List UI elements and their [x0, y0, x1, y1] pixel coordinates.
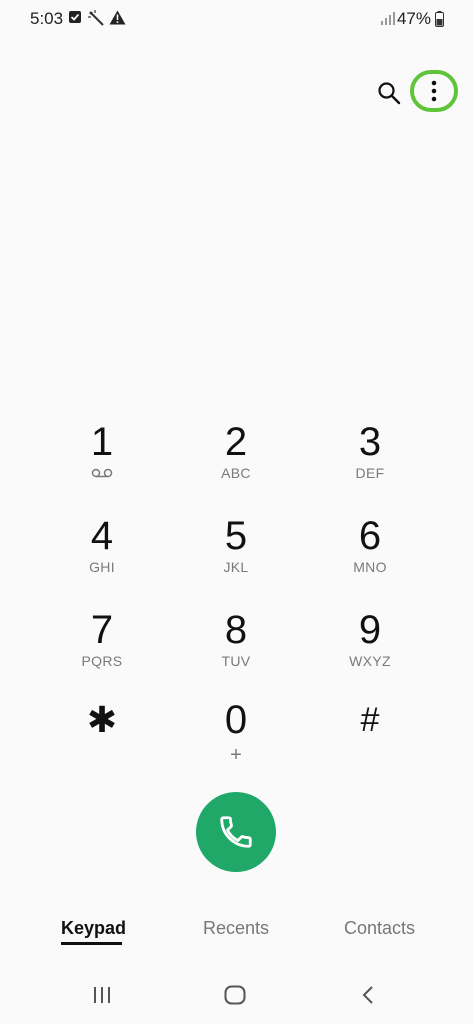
phone-dialer-screen: 5:03 47% 1 2 ABC 3 DEF 4 GHI 5 JKL 6 MNO… [0, 0, 473, 1024]
home-button[interactable] [215, 981, 255, 1009]
key-digit: 4 [90, 514, 114, 558]
voicemail-icon [91, 464, 113, 482]
key-0[interactable]: 0 + [176, 698, 296, 778]
key-digit: 0 [224, 698, 248, 742]
key-letters: WXYZ [349, 653, 391, 669]
tab-recents[interactable]: Recents [203, 918, 269, 939]
warning-icon [109, 10, 126, 30]
key-digit: 9 [358, 608, 382, 652]
recent-apps-icon [94, 987, 110, 1003]
magic-wand-icon [88, 10, 106, 31]
tab-contacts[interactable]: Contacts [344, 918, 415, 939]
more-options-button[interactable] [410, 70, 458, 112]
key-digit: 3 [358, 420, 382, 464]
key-digit: ✱ [86, 699, 118, 740]
key-letters: ABC [221, 465, 251, 481]
key-digit: # [360, 701, 380, 739]
home-icon [224, 985, 246, 1005]
key-letters: TUV [221, 653, 251, 669]
system-nav-bar [0, 975, 473, 1015]
back-icon [362, 986, 373, 1004]
recent-apps-button[interactable] [82, 981, 122, 1009]
call-button[interactable] [196, 792, 276, 872]
back-button[interactable] [348, 981, 388, 1009]
active-tab-indicator [61, 942, 122, 945]
key-letters: MNO [353, 559, 387, 575]
key-letters: GHI [89, 559, 115, 575]
search-button[interactable] [374, 78, 404, 108]
key-7[interactable]: 7 PQRS [42, 608, 162, 688]
key-digit: 8 [224, 608, 248, 652]
status-bar: 5:03 47% [0, 0, 473, 38]
key-6[interactable]: 6 MNO [310, 514, 430, 594]
tab-keypad[interactable]: Keypad [61, 918, 126, 939]
key-3[interactable]: 3 DEF [310, 420, 430, 500]
key-4[interactable]: 4 GHI [42, 514, 162, 594]
key-digit: 7 [90, 608, 114, 652]
search-icon [378, 82, 401, 105]
battery-percent: 47% [396, 9, 431, 28]
battery-icon [435, 11, 444, 32]
key-digit: 5 [224, 514, 248, 558]
key-2[interactable]: 2 ABC [176, 420, 296, 500]
key-plus: + [230, 744, 242, 766]
key-hash[interactable]: # [310, 698, 430, 778]
checkbox-icon [68, 10, 82, 29]
key-5[interactable]: 5 JKL [176, 514, 296, 594]
bottom-tabs: Keypad Recents Contacts [0, 918, 473, 948]
key-letters: PQRS [81, 653, 123, 669]
key-letters: DEF [355, 465, 385, 481]
phone-icon [220, 816, 252, 848]
key-letters: JKL [223, 559, 249, 575]
key-digit: 1 [90, 420, 114, 464]
more-options-icon [431, 80, 437, 102]
key-1[interactable]: 1 [42, 420, 162, 500]
key-digit: 2 [224, 420, 248, 464]
key-digit: 6 [358, 514, 382, 558]
key-9[interactable]: 9 WXYZ [310, 608, 430, 688]
key-star[interactable]: ✱ [42, 698, 162, 778]
key-8[interactable]: 8 TUV [176, 608, 296, 688]
status-time: 5:03 [30, 9, 64, 28]
signal-icon [380, 11, 396, 30]
